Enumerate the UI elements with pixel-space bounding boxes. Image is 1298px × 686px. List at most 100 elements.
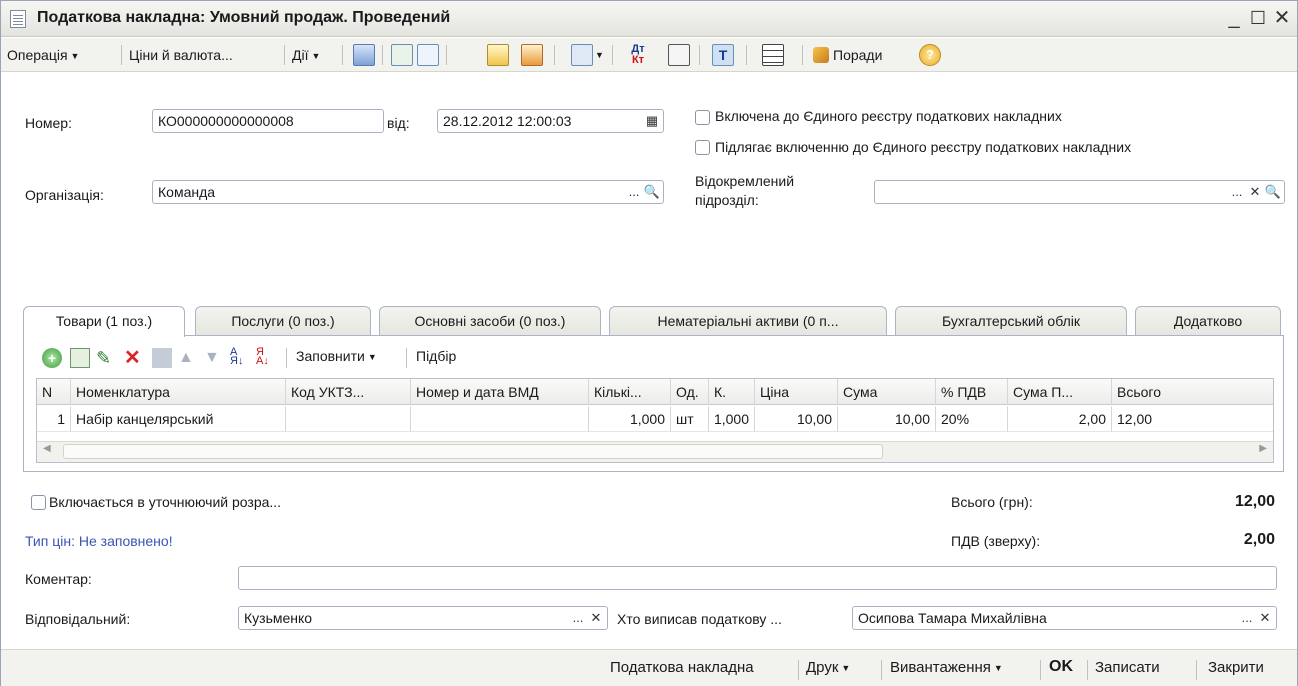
move-down-icon[interactable]: ▼ [204, 348, 224, 368]
select-ellipsis-icon[interactable]: ... [1238, 608, 1256, 628]
tab-fixed-assets[interactable]: Основні засоби (0 поз.) [379, 306, 601, 336]
table-cell[interactable]: 2,00 [1008, 406, 1112, 432]
edit-row-icon[interactable]: ✎ [96, 348, 116, 368]
debit-credit-icon[interactable]: Дт Кт [627, 44, 649, 66]
tab-additional[interactable]: Додатково [1135, 306, 1281, 336]
table-cell[interactable]: 10,00 [838, 406, 936, 432]
column-header[interactable]: Сума П... [1008, 379, 1112, 405]
toolbar-separator [881, 660, 882, 680]
main-toolbar: Операція ▼ Ціни й валюта... Дії ▼ ▼ Дт Кт T… [1, 38, 1297, 72]
minimize-button[interactable]: _ [1221, 5, 1247, 31]
responsible-field[interactable]: Кузьменко ... ✕ [238, 606, 608, 630]
organization-field[interactable]: Команда ... 🔍 [152, 180, 664, 204]
clear-icon[interactable]: ✕ [587, 608, 605, 628]
text-format-icon[interactable]: T [712, 44, 734, 66]
scroll-right-icon[interactable]: ▶ [1259, 443, 1267, 454]
number-field[interactable]: КО000000000000008 [152, 109, 384, 133]
go-to-icon[interactable] [571, 44, 593, 66]
help-icon[interactable]: ? [919, 44, 941, 66]
column-header[interactable]: % ПДВ [936, 379, 1008, 405]
prices-currency-button[interactable]: Ціни й валюта... [129, 43, 233, 67]
calendar-icon[interactable]: ▦ [643, 111, 661, 131]
chevron-down-icon[interactable]: ▼ [595, 43, 604, 67]
column-header[interactable]: Кількі... [589, 379, 671, 405]
column-header[interactable]: К. [709, 379, 755, 405]
column-header[interactable]: Всього [1112, 379, 1273, 405]
column-header[interactable]: N [37, 379, 71, 405]
toolbar-separator [446, 45, 447, 65]
table-cell[interactable]: 10,00 [755, 406, 838, 432]
pick-button[interactable]: Підбір [416, 344, 456, 368]
sort-ascending-icon[interactable]: А Я↓ [230, 347, 250, 368]
search-icon[interactable]: 🔍 [643, 182, 661, 202]
table-cell[interactable]: 20% [936, 406, 1008, 432]
fill-menu[interactable]: Заповнити ▼ [296, 344, 377, 368]
table-cell[interactable] [286, 406, 411, 432]
comment-field[interactable] [238, 566, 1277, 590]
scrollbar-thumb[interactable] [63, 444, 883, 459]
division-field[interactable]: ... ✕ 🔍 [874, 180, 1285, 204]
export-menu[interactable]: Вивантаження ▼ [890, 659, 1003, 676]
scroll-left-icon[interactable]: ◀ [43, 443, 51, 454]
list-settings-icon[interactable] [762, 44, 784, 66]
copy-row-icon[interactable] [70, 348, 90, 368]
column-header[interactable]: Код УКТЗ... [286, 379, 411, 405]
tab-accounting[interactable]: Бухгалтерський облік [895, 306, 1127, 336]
tab-goods[interactable]: Товари (1 поз.) [23, 306, 185, 337]
operation-menu[interactable]: Операція ▼ [7, 43, 79, 67]
toolbar-separator [798, 660, 799, 680]
toolbar-separator [284, 45, 285, 65]
export-menu-label: Вивантаження [890, 659, 991, 676]
column-header[interactable]: Од. [671, 379, 709, 405]
column-header[interactable]: Номер и дата ВМД [411, 379, 589, 405]
search-icon[interactable]: 🔍 [1264, 182, 1282, 202]
horizontal-scrollbar[interactable]: ◀ ▶ [37, 441, 1273, 462]
tips-button[interactable]: Поради [813, 43, 882, 67]
price-type-link[interactable]: Тип цін: Не заповнено! [25, 533, 173, 549]
print-menu[interactable]: Друк ▼ [806, 659, 850, 676]
ok-button[interactable]: OK [1049, 658, 1073, 676]
table-cell[interactable]: шт [671, 406, 709, 432]
includes-calc-checkbox[interactable] [31, 495, 46, 510]
move-up-icon[interactable]: ▲ [178, 348, 198, 368]
division-label-line2: підрозділ: [695, 192, 759, 208]
clear-icon[interactable]: ✕ [1256, 608, 1274, 628]
table-cell[interactable] [411, 406, 589, 432]
clear-icon[interactable]: ✕ [1246, 182, 1264, 202]
select-ellipsis-icon[interactable]: ... [569, 608, 587, 628]
table-cell[interactable]: 12,00 [1112, 406, 1273, 432]
maximize-button[interactable]: ☐ [1245, 5, 1271, 31]
column-header[interactable]: Ціна [755, 379, 838, 405]
column-header[interactable]: Номенклатура [71, 379, 286, 405]
based-on-icon[interactable] [487, 44, 509, 66]
tax-invoice-button[interactable]: Податкова накладна [610, 659, 754, 676]
table-cell[interactable]: 1,000 [589, 406, 671, 432]
column-header[interactable]: Сума [838, 379, 936, 405]
sort-descending-icon[interactable]: Я А↓ [256, 347, 276, 368]
included-registry-checkbox[interactable] [695, 110, 710, 125]
select-ellipsis-icon[interactable]: ... [1228, 182, 1246, 202]
add-row-icon[interactable]: + [42, 348, 62, 368]
subject-registry-checkbox[interactable] [695, 140, 710, 155]
tab-services[interactable]: Послуги (0 поз.) [195, 306, 371, 336]
close-window-button[interactable]: ✕ [1269, 5, 1295, 31]
toolbar-separator [612, 45, 613, 65]
select-ellipsis-icon[interactable]: ... [625, 182, 643, 202]
table-cell[interactable]: 1,000 [709, 406, 755, 432]
end-edit-icon[interactable] [152, 348, 172, 368]
date-field[interactable]: 28.12.2012 12:00:03 ▦ [437, 109, 664, 133]
close-button[interactable]: Закрити [1208, 659, 1264, 676]
save-button[interactable]: Записати [1095, 659, 1160, 676]
actions-menu[interactable]: Дії ▼ [292, 43, 320, 67]
report-icon[interactable] [668, 44, 690, 66]
post-document-icon[interactable] [353, 44, 375, 66]
copy-document-icon[interactable] [417, 44, 439, 66]
table-cell[interactable]: 1 [37, 406, 71, 432]
print-menu-label: Друк [806, 659, 839, 676]
tab-intangible-assets[interactable]: Нематеріальні активи (0 п... [609, 306, 887, 336]
delete-row-icon[interactable]: ✕ [124, 348, 144, 368]
table-cell[interactable]: Набір канцелярський [71, 406, 286, 432]
refresh-icon[interactable] [391, 44, 413, 66]
issuer-field[interactable]: Осипова Тамара Михайлівна ... ✕ [852, 606, 1277, 630]
structure-icon[interactable] [521, 44, 543, 66]
